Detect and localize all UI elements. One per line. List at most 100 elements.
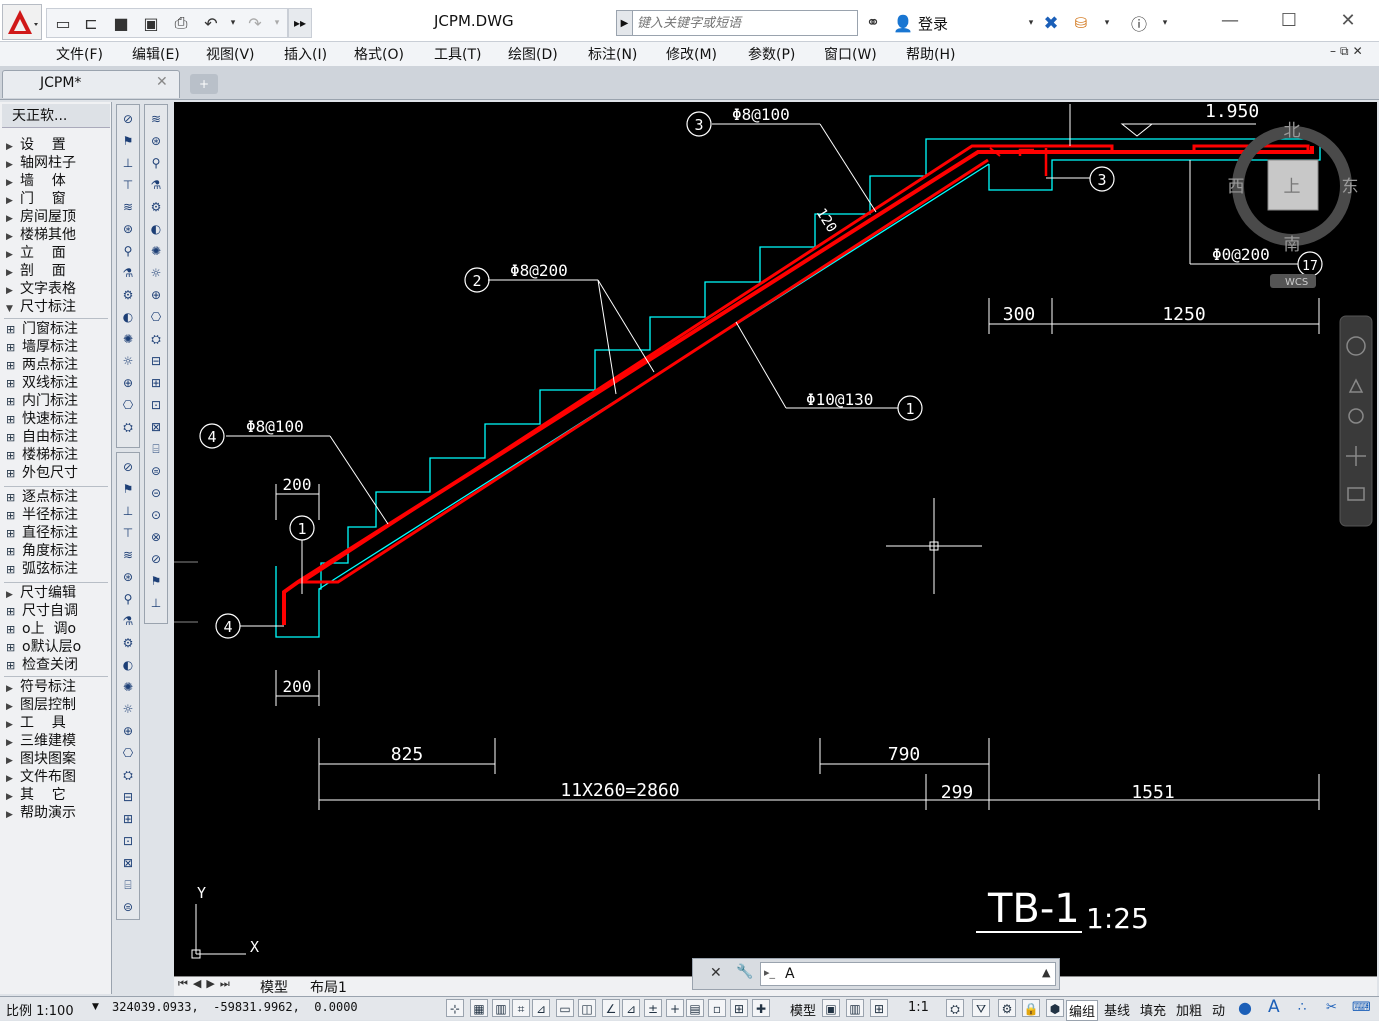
status-toggle-icon[interactable]: ▭ <box>556 999 574 1017</box>
tool-icon[interactable]: ⊤ <box>119 176 137 194</box>
maximize-button[interactable]: ☐ <box>1265 8 1313 32</box>
compass-east[interactable]: 东 <box>1342 177 1359 197</box>
tool-icon[interactable]: ⌸ <box>119 876 137 894</box>
side-menu-item[interactable]: ▶ 尺寸编辑 <box>6 584 76 602</box>
undo-dropdown-icon[interactable]: ▾ <box>222 12 244 34</box>
status-btn-group[interactable]: 编组 <box>1066 1000 1099 1021</box>
side-menu-item[interactable]: ⊞ 墙厚标注 <box>6 338 78 356</box>
tool-icon[interactable]: ⊕ <box>119 722 137 740</box>
save-as-icon[interactable]: ▣ <box>140 12 162 34</box>
drawing-canvas[interactable]: 1.950 3 3 2 4 4 1 1 17 Φ8@100 Φ8@200 Φ8@… <box>174 102 1377 976</box>
side-menu-item[interactable]: ▶ 帮助演示 <box>6 804 76 822</box>
side-menu-item[interactable]: ⊞ 两点标注 <box>6 356 78 374</box>
binoculars-search-icon[interactable]: ⚭ <box>862 12 884 34</box>
tool-icon[interactable]: ⊞ <box>147 374 165 392</box>
status-toggle-icon[interactable]: ∠ <box>602 999 620 1017</box>
tool-icon[interactable]: ⚲ <box>119 242 137 260</box>
tool-icon[interactable]: ⊥ <box>147 594 165 612</box>
status-toggle-icon[interactable]: 🔒 <box>1022 999 1040 1017</box>
mdi-window-controls[interactable]: –⧉✕ <box>1330 44 1367 59</box>
tool-icon[interactable]: ⊥ <box>119 154 137 172</box>
side-menu-item[interactable]: ▶ 工 具 <box>6 714 66 732</box>
application-menu-button[interactable] <box>2 4 42 40</box>
side-menu-item[interactable]: ▶ 图层控制 <box>6 696 76 714</box>
side-menu-item[interactable]: ▶ 设 置 <box>6 136 66 154</box>
close-window-button[interactable]: ✕ <box>1324 8 1372 32</box>
command-customize-icon[interactable]: 🔧 <box>736 964 753 980</box>
tool-icon[interactable]: ≋ <box>119 198 137 216</box>
tool-icon[interactable]: ⊛ <box>119 568 137 586</box>
tool-icon[interactable]: ⊘ <box>119 110 137 128</box>
compass-west[interactable]: 西 <box>1228 177 1245 197</box>
side-menu-item[interactable]: ▶ 墙 体 <box>6 172 66 190</box>
status-annotation-scale[interactable]: 1:1 <box>908 1000 929 1015</box>
side-menu-item[interactable]: ⊞ 双线标注 <box>6 374 78 392</box>
menu-format[interactable]: 格式(O) <box>354 44 404 64</box>
status-toggle-icon[interactable]: ⬢ <box>1046 999 1064 1017</box>
redo-icon[interactable]: ↷ <box>244 12 266 34</box>
side-menu-item[interactable]: ⊞ 逐点标注 <box>6 488 78 506</box>
tool-icon[interactable]: ⊜ <box>147 462 165 480</box>
menu-edit[interactable]: 编辑(E) <box>132 44 180 64</box>
tool-icon[interactable]: ⎔ <box>119 396 137 414</box>
tray-user-icon[interactable]: ● <box>1238 998 1252 1017</box>
tool-icon[interactable]: ⊥ <box>119 502 137 520</box>
compass-south[interactable]: 南 <box>1284 235 1301 255</box>
status-toggle-icon[interactable]: ⛛ <box>972 999 990 1017</box>
tool-icon[interactable]: ☼ <box>119 352 137 370</box>
tool-icon[interactable]: ⚑ <box>119 480 137 498</box>
command-input[interactable]: A <box>760 962 1056 986</box>
side-menu-item[interactable]: ⊞ 门窗标注 <box>6 320 78 338</box>
new-file-icon[interactable]: ▭ <box>52 12 74 34</box>
tool-icon[interactable]: ⊛ <box>119 220 137 238</box>
tool-icon[interactable]: ⊟ <box>147 352 165 370</box>
tool-icon[interactable]: ⊤ <box>119 524 137 542</box>
tray-dots-icon[interactable]: ∴ <box>1298 1000 1306 1015</box>
tool-icon[interactable]: ⎔ <box>119 744 137 762</box>
status-btn-baseline[interactable]: 基线 <box>1104 1000 1130 1019</box>
toolbar-expand-icon[interactable]: ▸▸ <box>288 8 312 38</box>
side-menu-item[interactable]: ▶ 符号标注 <box>6 678 76 696</box>
status-scale[interactable]: 比例 1:100 <box>6 1000 74 1019</box>
compass-north[interactable]: 北 <box>1284 121 1301 141</box>
tray-text-icon[interactable]: A <box>1268 997 1280 1017</box>
tool-icon[interactable]: ⛭ <box>147 330 165 348</box>
tool-icon[interactable]: ◐ <box>119 308 137 326</box>
tool-icon[interactable]: ⊝ <box>147 484 165 502</box>
menu-dimension[interactable]: 标注(N) <box>588 44 637 64</box>
tray-keyboard-icon[interactable]: ⌨ <box>1352 1000 1371 1015</box>
side-menu-item[interactable]: ⊞ o默认层o <box>6 638 81 656</box>
tool-icon[interactable]: ⚲ <box>119 590 137 608</box>
tool-icon[interactable]: ⚗ <box>119 612 137 630</box>
status-model-space[interactable]: 模型 <box>790 1000 816 1019</box>
tool-icon[interactable]: ⊟ <box>119 788 137 806</box>
side-menu-item[interactable]: ⊞ 快速标注 <box>6 410 78 428</box>
side-menu-item[interactable]: ⊞ 半径标注 <box>6 506 78 524</box>
tool-icon[interactable]: ☼ <box>147 264 165 282</box>
tool-icon[interactable]: ⚙ <box>147 198 165 216</box>
tool-icon[interactable]: ⊘ <box>119 458 137 476</box>
tool-icon[interactable]: ⊛ <box>147 132 165 150</box>
status-toggle-icon[interactable]: ⊞ <box>870 999 888 1017</box>
status-toggle-icon[interactable]: ⌗ <box>512 999 530 1017</box>
wcs-menu[interactable]: WCS <box>1285 277 1308 288</box>
tool-icon[interactable]: ⊠ <box>147 418 165 436</box>
tool-icon[interactable]: ≋ <box>119 546 137 564</box>
status-toggle-icon[interactable]: ⛭ <box>946 999 964 1017</box>
tool-icon[interactable]: ⛭ <box>119 418 137 436</box>
tool-icon[interactable]: ⚙ <box>119 286 137 304</box>
search-expand-icon[interactable]: ▶ <box>617 11 633 35</box>
side-menu-item[interactable]: ⊞ 直径标注 <box>6 524 78 542</box>
tool-icon[interactable]: ⊕ <box>147 286 165 304</box>
status-toggle-icon[interactable]: ⊹ <box>446 999 464 1017</box>
side-menu-item[interactable]: ⊞ 楼梯标注 <box>6 446 78 464</box>
menu-tools[interactable]: 工具(T) <box>434 44 481 64</box>
tool-icon[interactable]: ⚙ <box>119 634 137 652</box>
status-toggle-icon[interactable]: ⊿ <box>532 999 550 1017</box>
side-menu-item[interactable]: ⊞ 尺寸自调 <box>6 602 78 620</box>
tool-icon[interactable]: ⊕ <box>119 374 137 392</box>
status-toggle-icon[interactable]: ⚙ <box>998 999 1016 1017</box>
side-menu-item[interactable]: ▶ 门 窗 <box>6 190 66 208</box>
layout-nav-arrows-icon[interactable]: ⏮◀▶⏭ <box>178 977 235 991</box>
tool-icon[interactable]: ⛭ <box>119 766 137 784</box>
